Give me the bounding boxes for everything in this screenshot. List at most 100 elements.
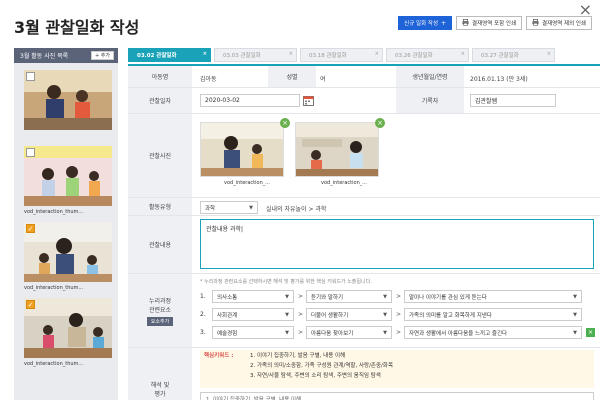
chevron-down-icon: ▼	[249, 204, 253, 211]
interpretation-row: 해석 및 평가 핵심키워드 : 1. 이야기 집중하기, 발음 구별, 내용 이…	[128, 348, 600, 400]
tab-0318[interactable]: 03.18 관찰일화 ×	[300, 48, 383, 62]
photo-thumbnail[interactable]: ✓ vod_interaction_thum...	[24, 298, 112, 367]
photo-checkbox[interactable]	[26, 148, 35, 157]
tab-0327[interactable]: 03.27 관찰일화 ×	[472, 48, 555, 62]
page-title: 3월 관찰일화 작성	[14, 18, 140, 37]
recorder-label: 기록자	[396, 88, 464, 113]
close-tab-icon[interactable]: ×	[375, 51, 379, 57]
arrow-separator-icon: >	[298, 329, 304, 336]
observation-photo[interactable]	[295, 122, 379, 177]
chevron-down-icon: ▼	[383, 329, 387, 336]
delete-photo-icon[interactable]: ×	[375, 118, 385, 128]
interpretation-label: 해석 및 평가	[128, 348, 192, 400]
close-tab-icon[interactable]: ×	[461, 51, 465, 57]
tab-0326[interactable]: 03.26 관찰일화 ×	[386, 48, 469, 62]
nuri-row-number: 1.	[200, 293, 206, 300]
content-label: 관찰내용	[128, 216, 192, 273]
thumbnail-caption: vod_interaction_thum...	[24, 209, 84, 215]
keyword-item: 1. 이야기 집중하기, 발음 구별, 내용 이해	[250, 353, 346, 359]
nuri-area-select[interactable]: 의사소통 ▼	[212, 290, 294, 303]
nuri-content-value: 가족의 의미를 알고 화목하게 지낸다	[409, 312, 492, 319]
thumbnail-image	[24, 222, 112, 282]
arrow-separator-icon: >	[298, 311, 304, 318]
photo-thumbnail[interactable]: vod_interaction_thum...	[24, 146, 112, 215]
nuri-hint: * 누리과정 관련요소를 선택하시면 해석 및 평가를 위한 핵심 키워드가 노…	[200, 279, 372, 285]
print-without-label: 결재영역 제외 인쇄	[542, 21, 586, 27]
remove-element-icon[interactable]: ×	[586, 328, 595, 337]
photo-list-panel: 3월 활동 사진 목록 + 추가 vod_interaction_thum...	[14, 48, 118, 400]
chevron-down-icon: ▼	[383, 293, 387, 300]
add-element-button[interactable]: 요소추가	[146, 316, 174, 326]
arrow-separator-icon: >	[396, 311, 402, 318]
date-input[interactable]: 2020-03-02	[200, 94, 300, 107]
chevron-down-icon: ▼	[285, 311, 289, 318]
nuri-row: 누리과정 관련요소 요소추가 * 누리과정 관련요소를 선택하시면 해석 및 평…	[128, 274, 600, 348]
print-without-approval-button[interactable]: 결재영역 제외 인쇄	[526, 16, 592, 30]
content-row: 관찰내용 관찰내용 과학|	[128, 216, 600, 274]
observation-photo[interactable]	[200, 122, 284, 177]
nuri-area-select[interactable]: 사회관계 ▼	[212, 308, 294, 321]
photo-caption: vod_interaction_...	[321, 180, 368, 186]
interpretation-textarea[interactable]: 1. 이야기 집중하기, 발음 구별, 내용 이해	[200, 392, 594, 400]
photo-label: 관찰사진	[128, 114, 192, 197]
add-photo-button[interactable]: + 추가	[91, 51, 114, 60]
photo-caption: vod_interaction_...	[224, 180, 271, 186]
dialog: 3월 관찰일화 작성 × 신규 일화 작성 + 결재영역 포함 인쇄 결재영역 …	[0, 0, 600, 400]
photo-list-title: 3월 활동 사진 목록	[20, 53, 69, 60]
thumbnail-image	[24, 146, 112, 206]
tab-0302[interactable]: 03.02 관찰일화 ×	[128, 48, 211, 62]
tab-0303[interactable]: 03.03 관찰일화 ×	[214, 48, 297, 62]
tab-label: 03.18 관찰일화	[309, 53, 347, 59]
nuri-category-select[interactable]: 듣기와 말하기 ▼	[306, 290, 392, 303]
photo-thumbnail[interactable]: ✓ vod_interaction_thum...	[24, 222, 112, 291]
chevron-down-icon: ▼	[285, 329, 289, 336]
printer-icon	[532, 18, 539, 28]
nuri-content-value: 자연과 생활에서 아름다움을 느끼고 즐긴다	[409, 330, 508, 337]
nuri-area-value: 사회관계	[217, 312, 238, 319]
new-episode-label: 신규 일화 작성	[404, 21, 438, 27]
activity-row: 활동유형 과학 ▼ 실내의 자유놀이 > 과학	[128, 198, 600, 216]
nuri-content-select[interactable]: 가족의 의미를 알고 화목하게 지낸다 ▼	[404, 308, 582, 321]
content-textarea[interactable]: 관찰내용 과학|	[200, 219, 594, 269]
thumbnail-caption: vod_interaction_thum...	[24, 285, 84, 291]
tab-label: 03.27 관찰일화	[481, 53, 519, 59]
thumbnail-image	[24, 298, 112, 358]
print-with-label: 결재영역 포함 인쇄	[472, 21, 517, 27]
calendar-icon[interactable]	[303, 95, 314, 106]
chevron-down-icon: ▼	[285, 293, 289, 300]
child-name-label: 아동명	[128, 66, 192, 87]
chevron-down-icon: ▼	[573, 293, 577, 300]
close-tab-icon[interactable]: ×	[289, 51, 293, 57]
nuri-category-value: 아름다움 찾아보기	[311, 330, 354, 337]
date-label: 관찰일자	[128, 88, 192, 113]
date-row: 관찰일자 2020-03-02 기록자 김관찰쌤	[128, 88, 600, 114]
new-episode-button[interactable]: 신규 일화 작성 +	[398, 16, 453, 30]
activity-select[interactable]: 과학 ▼	[200, 201, 258, 214]
delete-photo-icon[interactable]: ×	[280, 118, 290, 128]
tab-label: 03.03 관찰일화	[223, 53, 261, 59]
nuri-content-select[interactable]: 말이나 이야기를 관심 있게 듣는다 ▼	[404, 290, 582, 303]
nuri-category-select[interactable]: 더불어 생활하기 ▼	[306, 308, 392, 321]
keyword-item: 2. 가족의 의미/소중함, 가족 구성원 관계/역할, 사랑/존중/화목	[250, 363, 394, 369]
arrow-separator-icon: >	[298, 293, 304, 300]
tab-label: 03.02 관찰일화	[137, 53, 177, 59]
nuri-category-select[interactable]: 아름다움 찾아보기 ▼	[306, 326, 392, 339]
nuri-row-number: 3.	[200, 329, 206, 336]
gender-label: 성별	[268, 66, 316, 87]
nuri-label-line2: 관련요소	[148, 306, 172, 314]
episode-tabs: 03.02 관찰일화 × 03.03 관찰일화 × 03.18 관찰일화 × 03.2…	[128, 48, 600, 62]
photo-checkbox[interactable]: ✓	[26, 300, 35, 309]
close-tab-icon[interactable]: ×	[203, 51, 207, 57]
nuri-content-select[interactable]: 자연과 생활에서 아름다움을 느끼고 즐긴다 ▼	[404, 326, 582, 339]
photo-thumbnail[interactable]	[24, 70, 112, 130]
nuri-row-number: 2.	[200, 311, 206, 318]
nuri-area-select[interactable]: 예술경험 ▼	[212, 326, 294, 339]
nuri-content-value: 말이나 이야기를 관심 있게 듣는다	[409, 294, 487, 301]
photo-checkbox[interactable]	[26, 72, 35, 81]
print-with-approval-button[interactable]: 결재영역 포함 인쇄	[456, 16, 523, 30]
close-tab-icon[interactable]: ×	[547, 51, 551, 57]
recorder-input[interactable]: 김관찰쌤	[470, 94, 556, 107]
child-name-value: 김아동	[200, 76, 217, 83]
photo-checkbox[interactable]: ✓	[26, 224, 35, 233]
thumbnail-image	[24, 70, 112, 130]
